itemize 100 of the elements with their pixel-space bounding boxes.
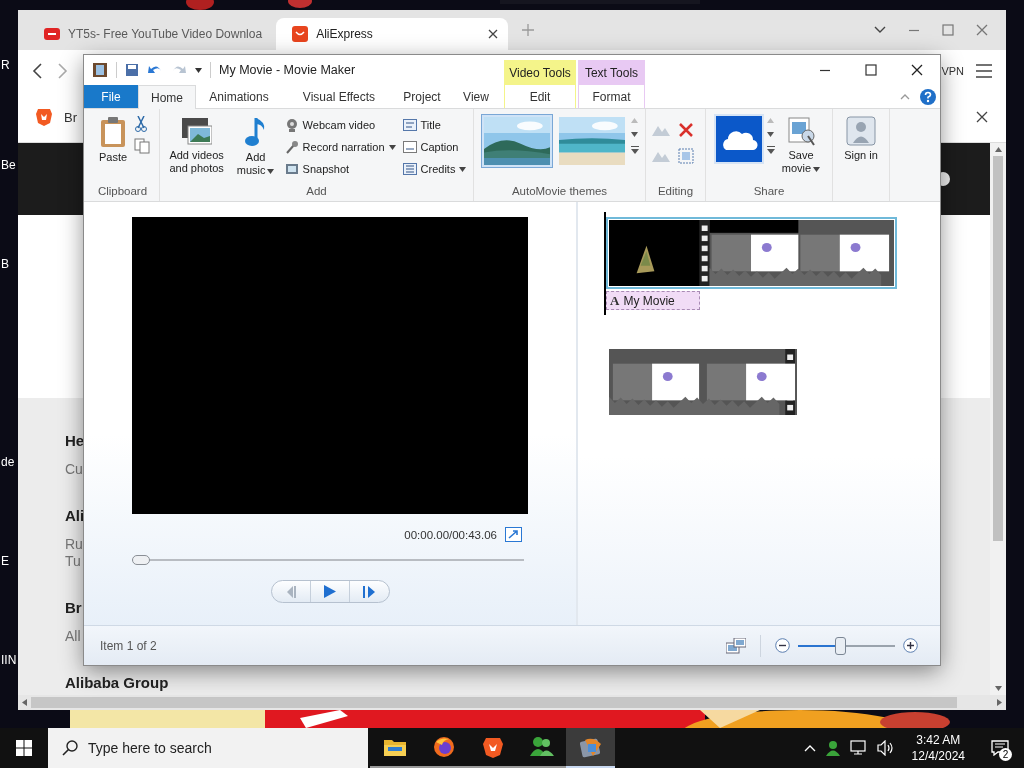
people-icon xyxy=(529,736,554,758)
site-icon xyxy=(292,26,309,42)
scroll-right-icon[interactable] xyxy=(997,699,1002,706)
scroll-down-icon[interactable] xyxy=(994,686,1002,691)
network-icon[interactable] xyxy=(849,740,868,756)
ribbon-tab[interactable]: Edit xyxy=(504,85,576,108)
ribbon-tab[interactable]: View xyxy=(448,85,504,108)
scroll-up-icon[interactable] xyxy=(994,147,1002,152)
group-label: Editing xyxy=(657,185,694,197)
section-heading: Ali xyxy=(65,506,85,526)
ribbon-tab[interactable]: Visual Effects xyxy=(282,85,396,108)
ribbon-button[interactable]: Caption xyxy=(400,136,469,158)
close-icon[interactable] xyxy=(976,111,988,123)
back-icon[interactable] xyxy=(32,63,42,79)
clock-time[interactable]: 3:42 AM xyxy=(916,732,961,748)
clock-date[interactable]: 12/4/2024 xyxy=(911,748,965,764)
theme-thumbnail[interactable] xyxy=(480,114,553,168)
volume-icon[interactable] xyxy=(876,740,895,756)
window-title: My Movie - Movie Maker xyxy=(219,63,356,77)
section-text: All xyxy=(65,628,81,645)
caret-up-icon[interactable] xyxy=(803,744,816,752)
ribbon-button[interactable]: Webcam video xyxy=(282,114,398,136)
film-icon xyxy=(578,736,603,758)
vpn-button[interactable]: VPN xyxy=(941,65,964,77)
collapse-icon[interactable] xyxy=(900,93,910,100)
ribbon-tab[interactable]: Project xyxy=(396,85,448,108)
text-box-icon xyxy=(402,141,417,153)
title-caption[interactable]: A My Movie xyxy=(606,291,700,310)
scissors-icon[interactable] xyxy=(134,116,148,132)
save-icon[interactable] xyxy=(125,63,139,77)
copy-icon[interactable] xyxy=(134,138,150,154)
section-heading: He xyxy=(65,431,85,451)
maximize-icon[interactable] xyxy=(865,64,877,76)
browser-tab[interactable]: YT5s- Free YouTube Video Downloa xyxy=(28,18,273,50)
folder-icon xyxy=(383,738,406,756)
message-icon xyxy=(991,740,1009,756)
ribbon-button[interactable]: Title xyxy=(400,114,469,136)
next-frame-icon xyxy=(362,585,377,598)
fullscreen-icon[interactable] xyxy=(505,527,522,542)
scrollbar-thumb[interactable] xyxy=(31,697,957,708)
text-box-icon xyxy=(402,163,417,175)
ribbon-button[interactable]: Credits xyxy=(400,158,469,180)
search-icon xyxy=(62,740,78,756)
ribbon-button[interactable]: Record narration xyxy=(282,136,398,158)
play-icon xyxy=(324,585,336,598)
cloud-button[interactable] xyxy=(714,114,764,164)
time-display: 00:00.00/00:43.06 xyxy=(404,528,497,541)
more-icon[interactable] xyxy=(767,146,775,154)
people-icon[interactable] xyxy=(824,740,841,756)
cloud-icon xyxy=(720,128,758,150)
scroll-down-icon[interactable] xyxy=(630,132,638,137)
globe-icon xyxy=(432,736,455,758)
zoom-out-icon[interactable] xyxy=(775,638,790,653)
browser-tab[interactable]: AliExpress xyxy=(276,18,509,50)
lion-icon xyxy=(482,736,503,758)
ribbon-tab[interactable]: Home xyxy=(138,85,196,109)
section-text: Cu xyxy=(65,461,83,478)
ribbon-tab[interactable]: Format xyxy=(578,85,645,108)
notification-button[interactable]: 2 xyxy=(982,728,1018,768)
section-heading: Br xyxy=(65,598,82,618)
snapshot-icon xyxy=(284,162,299,176)
desktop-icon-label: IIN xyxy=(1,653,17,667)
desktop-icon-label: Be xyxy=(1,158,16,172)
scroll-left-icon[interactable] xyxy=(22,699,27,706)
help-icon[interactable] xyxy=(920,88,936,105)
zoom-slider[interactable] xyxy=(798,636,895,655)
section-text: Ru xyxy=(65,536,83,553)
ribbon-button[interactable]: Add music xyxy=(231,114,280,179)
windows-logo-icon xyxy=(16,740,32,756)
ribbon-button[interactable]: Sign in xyxy=(841,114,881,164)
ribbon-button[interactable]: Paste xyxy=(95,114,131,166)
zoom-in-icon[interactable] xyxy=(903,638,918,653)
menu-icon[interactable] xyxy=(976,64,992,78)
storyboard-view-icon[interactable] xyxy=(726,637,746,654)
film-icon xyxy=(92,62,108,78)
ribbon-button[interactable]: Snapshot xyxy=(282,158,398,180)
group-label: Share xyxy=(753,185,785,197)
chevron-down-icon[interactable] xyxy=(874,26,886,34)
webcam-icon xyxy=(284,118,299,132)
text-box-icon xyxy=(402,119,417,131)
ribbon-tab[interactable]: File xyxy=(84,85,138,108)
notification-badge: 2 xyxy=(999,748,1012,761)
slider-thumb[interactable] xyxy=(834,636,846,655)
delete-icon[interactable] xyxy=(677,122,694,138)
ribbon-tab[interactable]: Animations xyxy=(196,85,282,108)
close-icon[interactable] xyxy=(911,64,923,76)
status-text: Item 1 of 2 xyxy=(100,638,157,653)
taskbar-app[interactable] xyxy=(566,728,615,768)
section-heading: Alibaba Group xyxy=(65,673,169,693)
desktop-icon-label: R xyxy=(1,58,10,72)
close-icon[interactable] xyxy=(488,29,499,39)
ribbon-button[interactable]: Save movie xyxy=(778,114,824,177)
seek-slider[interactable] xyxy=(132,555,524,565)
slider-thumb[interactable] xyxy=(132,555,150,565)
scroll-down-icon[interactable] xyxy=(767,132,774,137)
search-field[interactable]: Type here to search xyxy=(48,728,368,768)
caret-icon xyxy=(195,67,202,73)
scrollbar-thumb[interactable] xyxy=(993,156,1003,541)
ribbon-button[interactable]: Add videos and photos xyxy=(164,114,229,177)
more-icon[interactable] xyxy=(630,146,639,154)
